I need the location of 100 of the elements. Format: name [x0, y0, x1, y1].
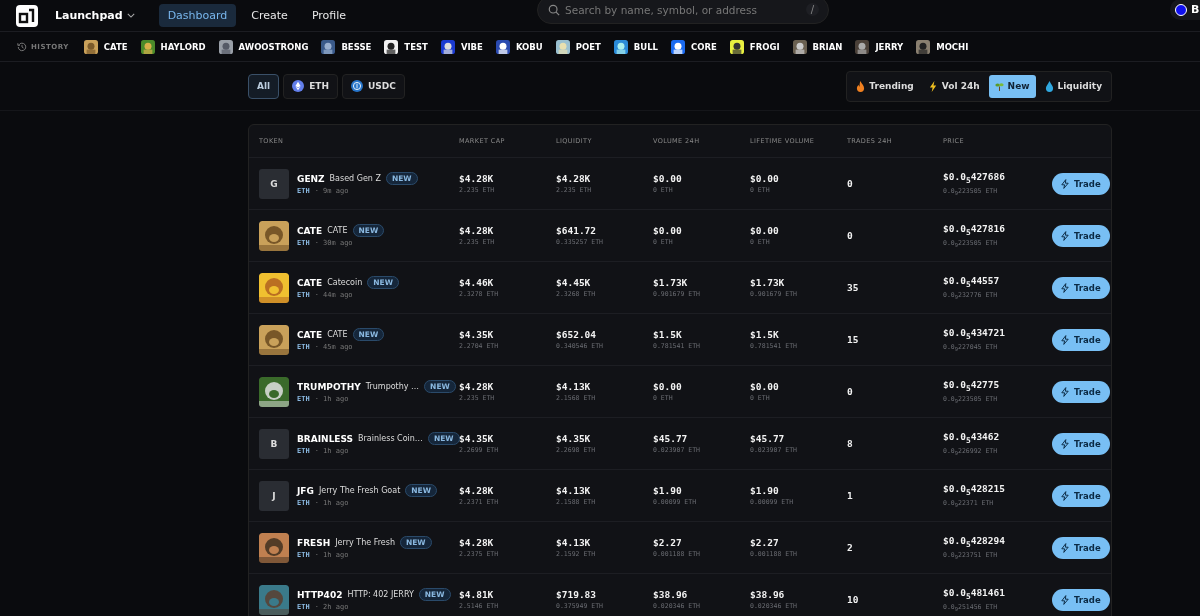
usd-value: $4.13K — [556, 537, 592, 548]
trade-button[interactable]: Trade — [1052, 536, 1110, 559]
usd-value: $4.28K — [459, 485, 495, 496]
token-avatar: G — [259, 168, 289, 199]
trade-count: 15 — [847, 334, 860, 345]
trade-button[interactable]: Trade — [1052, 328, 1110, 351]
price-value: $0.0$_{5}$427686 — [943, 170, 1006, 185]
history-token[interactable]: HAYLORD — [160, 41, 206, 52]
token-symbol[interactable]: CATE — [297, 225, 323, 236]
sort-tab[interactable]: Liquidity — [1038, 74, 1108, 98]
history-token[interactable]: BESSE — [341, 41, 372, 52]
history-token[interactable]: CATE — [103, 41, 128, 52]
sort-tab[interactable]: Trending — [850, 74, 920, 98]
launchpad-menu[interactable]: Launchpad — [49, 8, 141, 23]
usd-value: $2.27 — [750, 537, 780, 548]
trade-button[interactable]: Trade — [1052, 224, 1110, 247]
usd-value: $4.46K — [459, 277, 495, 288]
usd-value: $4.28K — [459, 381, 495, 392]
usd-value: $4.28K — [459, 173, 495, 184]
trade-count: 35 — [847, 282, 860, 293]
price-value: $0.0$_{5}$428215 — [943, 482, 1006, 497]
token-symbol[interactable]: HTTP402 — [297, 589, 343, 600]
token-symbol[interactable]: TRUMPOTHY — [297, 381, 361, 392]
usd-value: $641.72 — [556, 225, 598, 236]
chain-filter[interactable]: All — [248, 73, 280, 99]
history-icon — [17, 41, 27, 52]
chain-filter[interactable]: USDC — [341, 73, 405, 99]
lightning-icon — [1061, 178, 1069, 189]
history-token[interactable]: CORE — [691, 41, 717, 52]
history-token[interactable]: FROGI — [749, 41, 780, 52]
history-token[interactable]: POET — [575, 41, 601, 52]
trade-count: 8 — [847, 438, 854, 449]
history-token[interactable]: AWOOSTRONG — [238, 41, 309, 52]
sort-tab[interactable]: New — [988, 74, 1036, 98]
token-symbol[interactable]: JFG — [297, 485, 314, 496]
usd-value: $4.81K — [459, 589, 495, 600]
nav-tab[interactable]: Dashboard — [158, 4, 237, 27]
token-avatar: B — [259, 428, 289, 459]
trade-button[interactable]: Trade — [1052, 588, 1110, 611]
history-token[interactable]: BULL — [633, 41, 658, 52]
usd-value: $38.96 — [653, 589, 689, 600]
token-name: Catecoin — [327, 278, 363, 287]
history-token[interactable]: BRIAN — [812, 41, 843, 52]
chevron-down-icon — [126, 13, 135, 18]
lightning-icon — [1061, 542, 1069, 553]
trade-button[interactable]: Trade — [1052, 380, 1110, 403]
price-value: $0.0$_{5}$43462 — [943, 430, 1001, 445]
flame-icon — [856, 80, 866, 92]
token-symbol[interactable]: FRESH — [297, 537, 331, 548]
token-name: CATE — [327, 226, 348, 235]
sort-tab[interactable]: Vol 24h — [922, 74, 986, 98]
lightning-icon — [1061, 594, 1069, 605]
trade-count: 0 — [847, 178, 854, 189]
history-token[interactable]: TEST — [404, 41, 428, 52]
nav-tab[interactable]: Profile — [302, 4, 356, 27]
lightning-icon — [1061, 490, 1069, 501]
trade-button[interactable]: Trade — [1052, 484, 1110, 507]
history-token[interactable]: MOCHI — [936, 41, 969, 52]
account-button[interactable]: B — [1170, 0, 1200, 20]
trade-count: 10 — [847, 594, 860, 605]
usd-value: $1.73K — [750, 277, 786, 288]
ethereum-icon — [292, 80, 305, 92]
lightning-icon — [928, 80, 938, 92]
history-token[interactable]: JERRY — [875, 41, 904, 52]
token-symbol[interactable]: BRAINLESS — [297, 433, 354, 444]
token-symbol[interactable]: CATE — [297, 329, 323, 340]
trade-button[interactable]: Trade — [1052, 432, 1110, 455]
usd-value: $4.13K — [556, 485, 592, 496]
usd-value: $4.35K — [556, 433, 592, 444]
usd-value: $45.77 — [653, 433, 689, 444]
usd-value: $0.00 — [750, 225, 780, 236]
logo-icon[interactable] — [16, 4, 38, 27]
history-token[interactable]: KOBU — [515, 41, 543, 52]
usd-value: $4.28K — [459, 225, 495, 236]
price-value: $0.0$_{5}$434721 — [943, 326, 1006, 341]
usd-value: $1.90 — [653, 485, 683, 496]
token-symbol[interactable]: GENZ — [297, 173, 325, 184]
token-avatar: J — [259, 480, 289, 511]
token-symbol[interactable]: CATE — [297, 277, 323, 288]
usd-value: $38.96 — [750, 589, 786, 600]
token-name: HTTP: 402 JERRY — [347, 590, 414, 599]
usd-value: $1.5K — [750, 329, 780, 340]
usd-value: $4.35K — [459, 329, 495, 340]
token-name: Based Gen Z — [329, 174, 381, 183]
nav-tab[interactable]: Create — [242, 4, 297, 27]
lightning-icon — [1061, 230, 1069, 241]
usd-value: $0.00 — [653, 381, 683, 392]
trade-button[interactable]: Trade — [1052, 276, 1110, 299]
sprout-icon — [994, 80, 1004, 92]
usd-value: $0.00 — [653, 225, 683, 236]
usdc-coin-icon — [350, 80, 363, 92]
chain-filter[interactable]: ETH — [283, 73, 338, 99]
token-name: Brainless Coin… — [358, 434, 423, 443]
trade-count: 2 — [847, 542, 854, 553]
trade-count: 0 — [847, 230, 854, 241]
usd-value: $0.00 — [653, 173, 683, 184]
token-name: Jerry The Fresh — [335, 538, 395, 547]
trade-button[interactable]: Trade — [1052, 172, 1110, 195]
history-token[interactable]: VIBE — [460, 41, 483, 52]
lightning-icon — [1061, 334, 1069, 345]
